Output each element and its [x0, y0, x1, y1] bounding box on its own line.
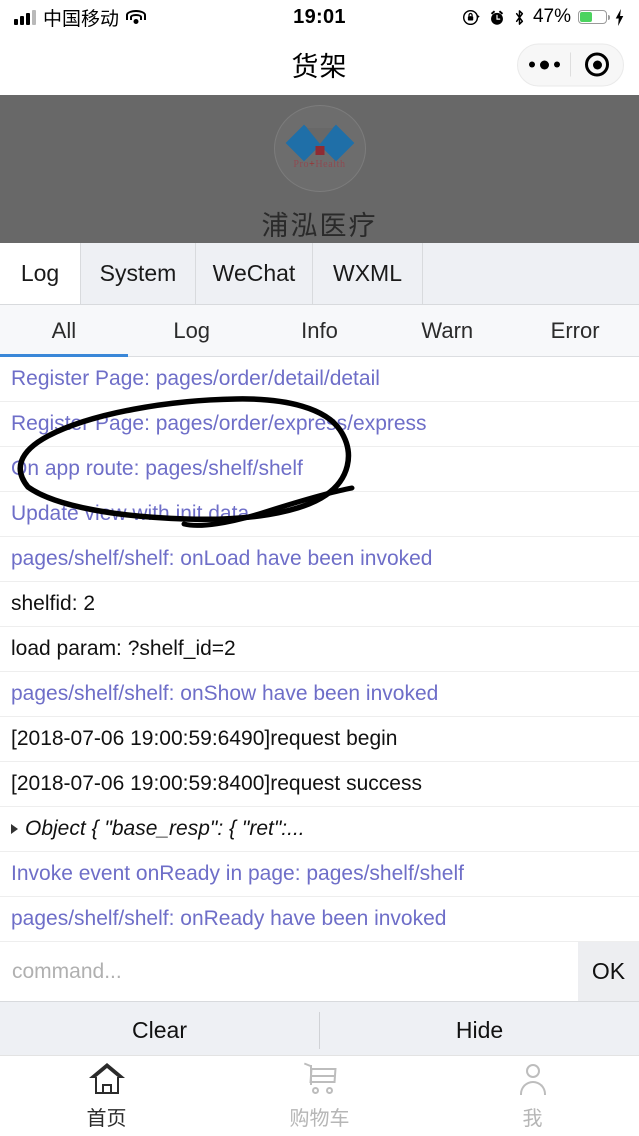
- phone-screen: 中国移动 19:01 47% 货架 Pro+Health 浦泓医疗 Log Sy…: [0, 0, 639, 1136]
- tab-home[interactable]: 首页: [0, 1056, 213, 1136]
- cart-icon: [302, 1062, 338, 1096]
- command-ok-button[interactable]: OK: [578, 942, 639, 1001]
- command-bar: OK: [0, 942, 639, 1002]
- battery-percent-label: 47%: [532, 6, 571, 27]
- logo-text-post: Health: [315, 158, 346, 170]
- mini-program-capsule[interactable]: [517, 43, 624, 86]
- vconsole-debugger: Log System WeChat WXML All Log Info Warn Error …: [0, 243, 639, 1060]
- hide-button[interactable]: Hide: [320, 1002, 639, 1059]
- log-row: shelfid: 2: [0, 582, 639, 627]
- log-filter-warn[interactable]: Warn: [383, 305, 511, 356]
- logo-text-pre: Pro: [293, 158, 310, 170]
- log-row: load param: ?shelf_id=2: [0, 627, 639, 672]
- prohealth-diamond-icon: [285, 124, 354, 161]
- tab-me-label: 我: [522, 1107, 543, 1130]
- signal-icon: [14, 9, 36, 25]
- log-row: pages/shelf/shelf: onShow have been invo…: [0, 672, 639, 717]
- charging-bolt-icon: [615, 8, 624, 26]
- brand-name-label: 浦泓医疗: [261, 211, 378, 241]
- log-row: Invoke event onReady in page: pages/shel…: [0, 852, 639, 897]
- expand-triangle-icon[interactable]: [11, 824, 18, 834]
- log-row-text: Object { "base_resp": { "ret":...: [25, 817, 305, 840]
- bluetooth-icon: [515, 9, 524, 25]
- clear-button[interactable]: Clear: [0, 1002, 319, 1059]
- debugger-tab-wxml[interactable]: WXML: [313, 243, 423, 304]
- tab-cart-label: 购物车: [289, 1107, 350, 1130]
- log-row: [2018-07-06 19:00:59:8400]request succes…: [0, 762, 639, 807]
- log-row: On app route: pages/shelf/shelf: [0, 447, 639, 492]
- logo-wordmark: Pro+Health: [293, 159, 345, 170]
- log-filter-bar: All Log Info Warn Error: [0, 305, 639, 357]
- log-row[interactable]: Object { "base_resp": { "ret":...: [0, 807, 639, 852]
- navigation-bar: 货架: [0, 34, 639, 95]
- page-title: 货架: [291, 52, 348, 82]
- log-row: pages/shelf/shelf: onLoad have been invo…: [0, 537, 639, 582]
- debugger-action-bar: Clear Hide: [0, 1002, 639, 1060]
- more-menu-button[interactable]: [518, 60, 570, 69]
- brand-logo: Pro+Health: [273, 105, 366, 192]
- battery-icon: [578, 10, 611, 24]
- log-row: Register Page: pages/order/express/expre…: [0, 402, 639, 447]
- log-filter-info[interactable]: Info: [256, 305, 384, 356]
- home-icon: [88, 1062, 125, 1096]
- log-row: Update view with init data: [0, 492, 639, 537]
- tab-me[interactable]: 我: [426, 1056, 639, 1136]
- capsule-target-icon: [585, 52, 609, 77]
- carrier-label: 中国移动: [43, 8, 120, 30]
- debugger-tab-system[interactable]: System: [81, 243, 196, 304]
- log-row: Register Page: pages/order/detail/detail: [0, 357, 639, 402]
- debugger-tab-log[interactable]: Log: [0, 243, 81, 304]
- command-input[interactable]: [0, 942, 578, 1001]
- tab-home-label: 首页: [86, 1107, 127, 1130]
- debugger-tab-wechat[interactable]: WeChat: [196, 243, 313, 304]
- debugger-tab-spacer: [423, 243, 639, 304]
- person-icon: [515, 1062, 551, 1096]
- log-row: pages/shelf/shelf: onReady have been inv…: [0, 897, 639, 942]
- log-filter-log[interactable]: Log: [128, 305, 256, 356]
- status-bar-left: 中国移动: [14, 4, 147, 31]
- log-filter-all[interactable]: All: [0, 305, 128, 357]
- log-filter-error[interactable]: Error: [511, 305, 639, 356]
- bottom-tab-bar: 首页 购物车 我: [0, 1055, 639, 1136]
- status-bar: 中国移动 19:01 47%: [0, 0, 639, 34]
- page-content-area: Pro+Health 浦泓医疗: [0, 95, 639, 243]
- close-capsule-button[interactable]: [571, 52, 623, 77]
- wifi-icon: [126, 9, 147, 25]
- tab-cart[interactable]: 购物车: [213, 1056, 426, 1136]
- more-dots-icon: [528, 60, 560, 69]
- log-list[interactable]: Register Page: pages/order/detail/detail…: [0, 357, 639, 942]
- log-row: [2018-07-06 19:00:59:6490]request begin: [0, 717, 639, 762]
- debugger-tab-bar: Log System WeChat WXML: [0, 243, 639, 305]
- status-bar-right: 47%: [462, 6, 625, 28]
- rotation-lock-icon: [462, 9, 480, 25]
- alarm-icon: [490, 9, 504, 25]
